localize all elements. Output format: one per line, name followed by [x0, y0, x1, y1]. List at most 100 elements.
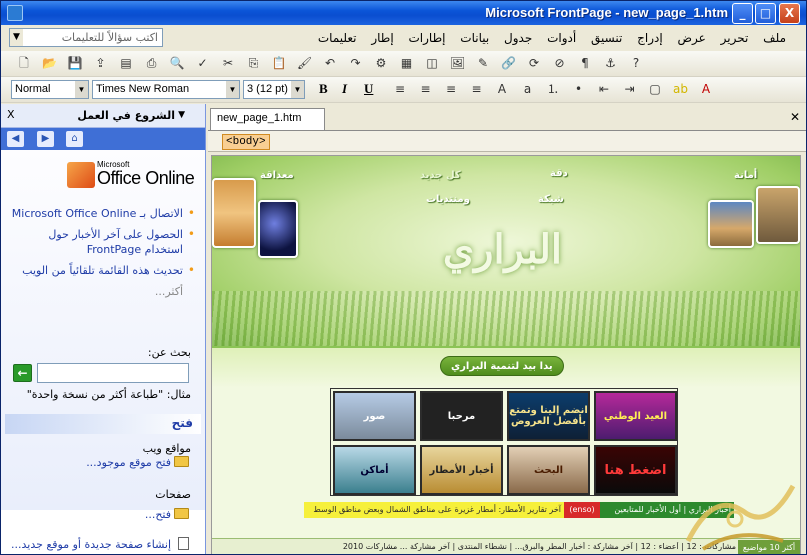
new-page-link[interactable]: إنشاء صفحة جديدة أو موقع جديد... [11, 537, 189, 551]
body-tag-button[interactable]: <body> [222, 134, 270, 150]
cut-icon[interactable]: ✂ [219, 55, 237, 72]
redo-icon[interactable]: ↷ [347, 55, 365, 72]
insert-layer-icon[interactable]: ◫ [423, 55, 441, 72]
highlight-icon[interactable]: ab [672, 81, 690, 98]
ad-rain-news[interactable]: أخبار الأمطار [420, 445, 503, 495]
link-latest-news[interactable]: الحصول على آخر الأخبار حول استخدام Front… [7, 227, 195, 257]
font-size-select[interactable]: 3 (12 pt) ▼ [243, 80, 305, 99]
search-input[interactable] [37, 363, 189, 383]
ticker-main[interactable]: آخر تقارير الأمطار: أمطار غزيرة على مناط… [304, 502, 564, 518]
frontpage-app-icon[interactable] [7, 5, 23, 21]
ad-places[interactable]: أماكن [333, 445, 416, 495]
ad-click-here[interactable]: اضغط هنا [594, 445, 677, 495]
undo-icon[interactable]: ↶ [321, 55, 339, 72]
banner-word-amana[interactable]: أمانة [734, 170, 757, 181]
align-left-icon[interactable]: ≡ [391, 81, 409, 98]
top10-button[interactable]: أكثر 10 مواضيع [738, 540, 800, 554]
banner-word-sadaqa[interactable]: معداقة [260, 170, 294, 181]
open-page-link[interactable]: فتح... [145, 508, 189, 521]
back-icon[interactable]: ◀ [7, 131, 24, 147]
chevron-down-icon[interactable]: ▼ [291, 81, 304, 98]
ad-national-day[interactable]: العيد الوطني [594, 391, 677, 441]
align-right-icon[interactable]: ≡ [442, 81, 460, 98]
increase-indent-icon[interactable]: ⇥ [621, 81, 639, 98]
menu-table[interactable]: جدول [504, 31, 532, 45]
task-pane-close-icon[interactable]: X [7, 108, 15, 121]
menu-format[interactable]: تنسيق [591, 31, 622, 45]
increase-font-icon[interactable]: A [493, 81, 511, 98]
menu-help[interactable]: تعليمات [318, 31, 357, 45]
insert-picture-icon[interactable]: 🖼 [449, 55, 467, 72]
ad-join[interactable]: انضم إلينا وتمتع بأفضل العروض [507, 391, 590, 441]
underline-button[interactable]: U [364, 81, 373, 97]
ad-search[interactable]: البحث [507, 445, 590, 495]
bullets-icon[interactable]: • [570, 81, 588, 98]
open-icon[interactable]: 📂 [41, 55, 59, 72]
insert-table-icon[interactable]: ▦ [398, 55, 416, 72]
banner-word-diqqa[interactable]: دقة [550, 168, 568, 179]
drawing-icon[interactable]: ✎ [474, 55, 492, 72]
ticker-news[interactable]: أخبار البراري | أول الأخبار للمتابعين [600, 502, 734, 518]
italic-button[interactable]: I [342, 81, 347, 97]
bold-button[interactable]: B [319, 81, 328, 97]
anchor-icon[interactable]: ⚓ [602, 55, 620, 72]
publish-icon[interactable]: ⇪ [92, 55, 110, 72]
menu-insert[interactable]: إدراج [637, 31, 663, 45]
ad-tent[interactable]: صور [333, 391, 416, 441]
numbering-icon[interactable]: ⒈ [544, 81, 562, 98]
print-icon[interactable]: ⎙ [143, 55, 161, 72]
close-document-icon[interactable]: ✕ [790, 110, 800, 124]
refresh-icon[interactable]: ⟳ [525, 55, 543, 72]
chevron-down-icon[interactable]: ▼ [75, 81, 88, 98]
slogan-bar: يدا بيد لتنمية البراري [212, 346, 800, 388]
forward-icon[interactable]: ▶ [37, 131, 54, 147]
folder-list-icon[interactable]: ▤ [117, 55, 135, 72]
menu-edit[interactable]: تحرير [721, 31, 749, 45]
save-icon[interactable]: 💾 [66, 55, 84, 72]
stop-icon[interactable]: ⊘ [551, 55, 569, 72]
style-select[interactable]: Normal ▼ [11, 80, 89, 99]
decrease-indent-icon[interactable]: ⇤ [595, 81, 613, 98]
task-pane-title[interactable]: الشروع في العمل [77, 109, 175, 122]
link-connect-office-online[interactable]: الاتصال بـ Microsoft Office Online [7, 206, 195, 221]
close-button[interactable]: X [779, 3, 800, 24]
menu-file[interactable]: ملف [763, 31, 786, 45]
copy-icon[interactable]: ⎘ [245, 55, 263, 72]
font-color-icon[interactable]: A [697, 81, 715, 98]
open-site-link[interactable]: فتح موقع موجود... [86, 456, 189, 469]
borders-icon[interactable]: ▢ [646, 81, 664, 98]
decrease-font-icon[interactable]: a [519, 81, 537, 98]
menu-view[interactable]: عرض [678, 31, 706, 45]
help-question-box[interactable]: ▼ اكتب سؤالاً للتعليمات [9, 28, 163, 47]
justify-icon[interactable]: ≡ [468, 81, 486, 98]
page-canvas[interactable]: أمانة معداقة دقة كل جديد شبكة ومنتديات ا… [211, 155, 801, 554]
search-go-icon[interactable]: ← [13, 364, 32, 382]
banner-word-kul-jadeed[interactable]: كل جديد [420, 170, 461, 181]
spelling-icon[interactable]: ✓ [194, 55, 212, 72]
paste-icon[interactable]: 📋 [270, 55, 288, 72]
ticker-enso[interactable]: (enso) [564, 502, 600, 518]
menu-frames[interactable]: إطارات [408, 31, 445, 45]
document-tab[interactable]: new_page_1.htm [210, 108, 325, 130]
align-center-icon[interactable]: ≡ [417, 81, 435, 98]
web-component-icon[interactable]: ⚙ [372, 55, 390, 72]
menu-window[interactable]: إطار [371, 31, 393, 45]
chevron-down-icon[interactable]: ▼ [226, 81, 239, 98]
link-more[interactable]: أكثر... [7, 284, 195, 299]
chevron-down-icon[interactable]: ▼ [178, 110, 185, 120]
font-select[interactable]: Times New Roman ▼ [92, 80, 240, 99]
chevron-down-icon[interactable]: ▼ [10, 29, 23, 46]
new-page-icon[interactable]: 🗋 [15, 55, 33, 72]
show-all-icon[interactable]: ¶ [576, 55, 594, 72]
link-auto-update[interactable]: تحديث هذه القائمة تلقائياً من الويب [7, 263, 195, 278]
preview-icon[interactable]: 🔍 [168, 55, 186, 72]
minimize-button[interactable]: _ [732, 3, 753, 24]
help-icon[interactable]: ? [627, 55, 645, 72]
menu-data[interactable]: بيانات [460, 31, 489, 45]
maximize-button[interactable]: □ [755, 3, 776, 24]
home-icon[interactable]: ⌂ [66, 131, 83, 147]
hyperlink-icon[interactable]: 🔗 [500, 55, 518, 72]
menu-tools[interactable]: أدوات [547, 31, 576, 45]
ad-black[interactable]: مرحبا [420, 391, 503, 441]
format-painter-icon[interactable]: 🖌 [296, 55, 314, 72]
